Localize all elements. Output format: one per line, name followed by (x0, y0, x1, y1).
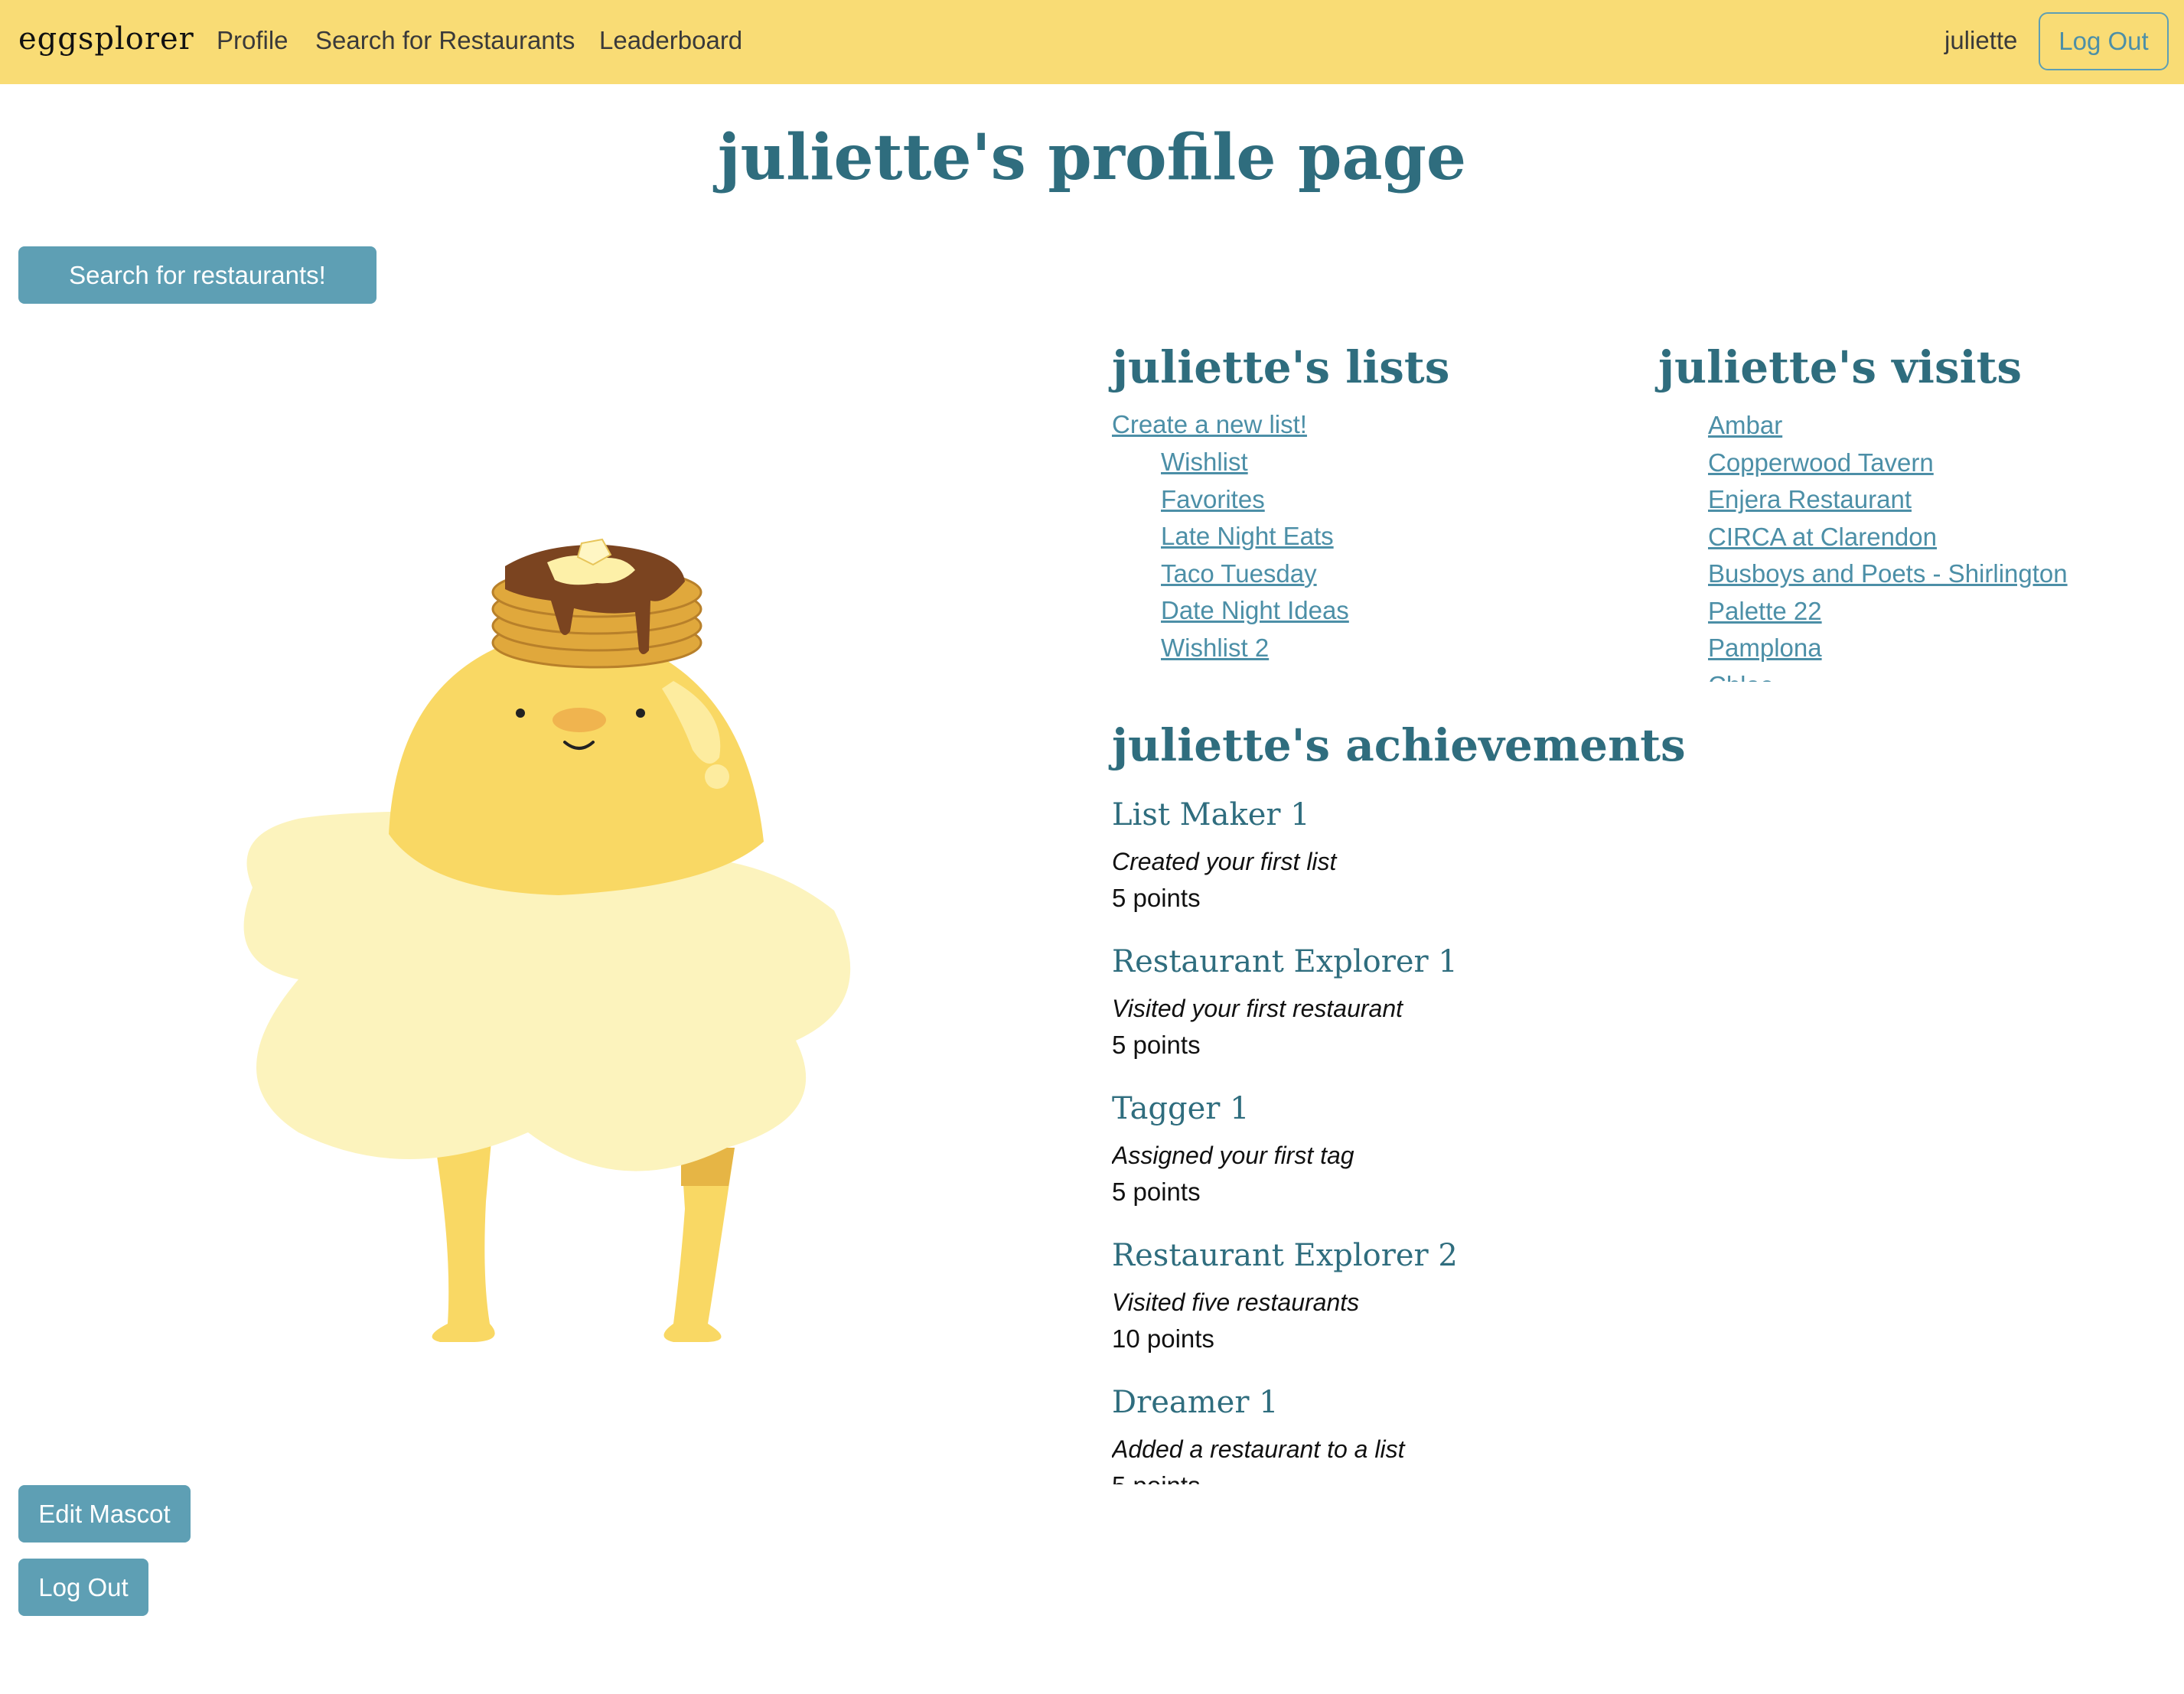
nav-leaderboard[interactable]: Leaderboard (599, 26, 742, 55)
nav-search-restaurants[interactable]: Search for Restaurants (315, 26, 575, 55)
achievement-description: Visited five restaurants (1112, 1288, 1360, 1316)
list-item: Busboys and Poets - Shirlington (1708, 559, 2167, 596)
achievement-description: Added a restaurant to a list (1112, 1435, 1405, 1463)
achievement-item: Restaurant Explorer 1 Visited your first… (1112, 943, 1877, 1090)
brand-logo[interactable]: eggsplorer (18, 21, 194, 57)
achievement-points: 10 points (1112, 1324, 1214, 1353)
list-item: Copperwood Tavern (1708, 448, 2167, 485)
edit-mascot-button[interactable]: Edit Mascot (18, 1485, 191, 1543)
achievement-points: 5 points (1112, 1178, 1201, 1206)
list-item: Ambar (1708, 410, 2167, 448)
lists-title: juliette's lists (1112, 341, 1450, 393)
visit-link-ambar[interactable]: Ambar (1708, 411, 1782, 439)
list-item: Chloe (1708, 670, 2167, 682)
visit-link-copperwood-tavern[interactable]: Copperwood Tavern (1708, 448, 1934, 477)
achievement-name: Dreamer 1 (1112, 1385, 1279, 1420)
list-item: Enjera Restaurant (1708, 484, 2167, 522)
list-item: Wishlist 2 (1161, 633, 1620, 670)
achievement-points: 5 points (1112, 884, 1201, 912)
list-link-date-night-ideas[interactable]: Date Night Ideas (1161, 596, 1349, 624)
list-item: Palette 22 (1708, 596, 2167, 634)
nav-username: juliette (1944, 26, 2018, 54)
create-list-link[interactable]: Create a new list! (1112, 410, 1307, 439)
list-item: Date Night Ideas (1161, 595, 1620, 633)
achievement-points: 5 points (1112, 1469, 1877, 1484)
list-link-wishlist-2[interactable]: Wishlist 2 (1161, 634, 1269, 662)
achievement-name: Restaurant Explorer 2 (1112, 1238, 1458, 1273)
list-item: Wishlist (1161, 447, 1620, 484)
list-link-favorites[interactable]: Favorites (1161, 485, 1265, 513)
achievement-description: Visited your first restaurant (1112, 995, 1403, 1022)
achievement-item: Tagger 1 Assigned your first tag 5 point… (1112, 1090, 1877, 1236)
achievement-item: Restaurant Explorer 2 Visited five resta… (1112, 1236, 1877, 1383)
list-item: Favorites (1161, 484, 1620, 522)
lists-list: Wishlist Favorites Late Night Eats Taco … (1161, 447, 1620, 676)
achievements-list[interactable]: List Maker 1 Created your first list 5 p… (1112, 796, 1877, 1484)
achievements-title: juliette's achievements (1112, 719, 1686, 771)
list-item: CIRCA at Clarendon (1708, 522, 2167, 559)
achievement-description: Assigned your first tag (1112, 1142, 1354, 1169)
logout-button[interactable]: Log Out (18, 1559, 148, 1616)
pancake-stack-icon (491, 538, 702, 669)
visits-title: juliette's visits (1658, 341, 2023, 393)
achievement-item: Dreamer 1 Added a restaurant to a list 5… (1112, 1383, 1877, 1484)
visit-link-circa-at-clarendon[interactable]: CIRCA at Clarendon (1708, 523, 1937, 551)
visit-link-enjera-restaurant[interactable]: Enjera Restaurant (1708, 485, 1912, 513)
navbar: eggsplorer Profile Search for Restaurant… (0, 0, 2184, 84)
list-item: Taco Tuesday (1161, 559, 1620, 596)
achievement-name: Tagger 1 (1112, 1091, 1250, 1126)
achievement-name: List Maker 1 (1112, 797, 1310, 832)
visit-link-busboys-and-poets[interactable]: Busboys and Poets - Shirlington (1708, 559, 2068, 588)
visits-list[interactable]: Ambar Copperwood Tavern Enjera Restauran… (1708, 410, 2167, 682)
page-title: juliette's profile page (717, 121, 1467, 194)
achievement-description: Created your first list (1112, 848, 1337, 875)
list-link-taco-tuesday[interactable]: Taco Tuesday (1161, 559, 1317, 588)
visit-link-palette-22[interactable]: Palette 22 (1708, 597, 1822, 625)
nav-profile[interactable]: Profile (217, 26, 288, 55)
nav-logout-button[interactable]: Log Out (2039, 12, 2169, 70)
egg-mascot-icon (145, 528, 987, 1370)
list-item: Late Night Eats (1161, 521, 1620, 559)
visit-link-pamplona[interactable]: Pamplona (1708, 634, 1822, 662)
list-link-wishlist[interactable]: Wishlist (1161, 448, 1248, 476)
achievement-item: List Maker 1 Created your first list 5 p… (1112, 796, 1877, 943)
list-item: Pamplona (1708, 633, 2167, 670)
achievement-name: Restaurant Explorer 1 (1112, 944, 1458, 979)
visit-link-chloe[interactable]: Chloe (1708, 671, 1774, 682)
achievement-points: 5 points (1112, 1031, 1201, 1059)
list-link-late-night-eats[interactable]: Late Night Eats (1161, 522, 1334, 550)
search-restaurants-button[interactable]: Search for restaurants! (18, 246, 376, 304)
